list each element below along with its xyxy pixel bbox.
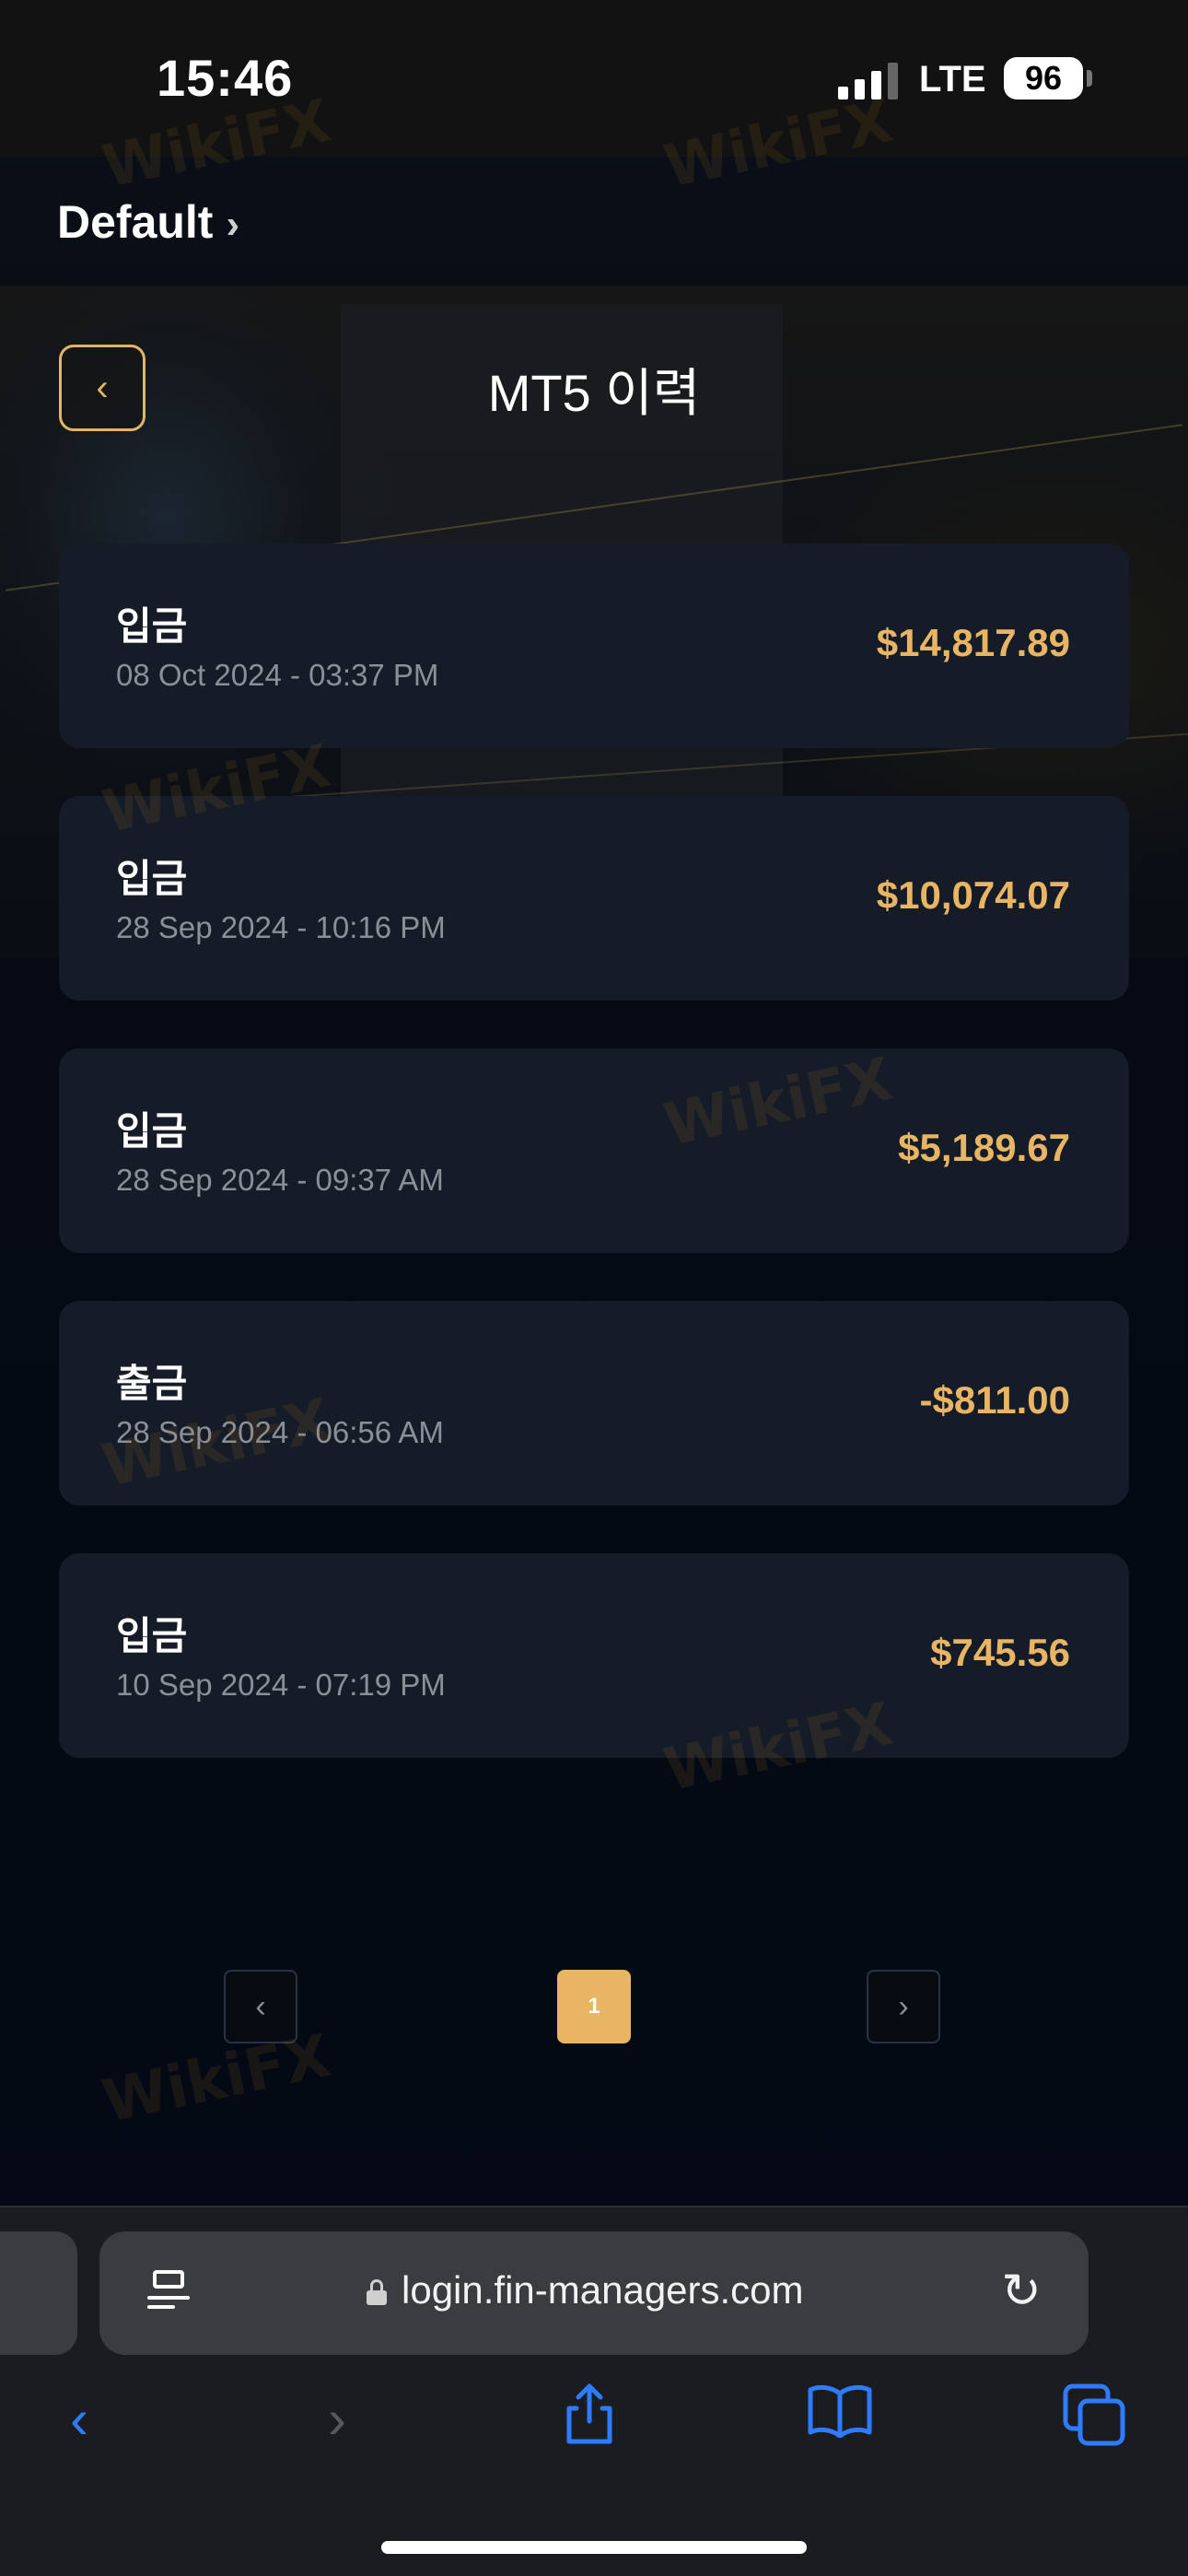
transaction-amount: $10,074.07 (876, 873, 1070, 917)
transaction-card[interactable]: 입금 10 Sep 2024 - 07:19 PM $745.56 (59, 1553, 1129, 1758)
pagination-prev-button[interactable]: ‹ (224, 1970, 297, 2043)
battery-nub (1087, 70, 1092, 87)
pagination-next-button[interactable]: › (867, 1970, 940, 2043)
transaction-card[interactable]: 입금 08 Oct 2024 - 03:37 PM $14,817.89 (59, 544, 1129, 748)
transaction-type: 입금 (116, 604, 188, 648)
page-title: MT5 이력 (487, 364, 701, 422)
transaction-type: 입금 (116, 1109, 188, 1153)
transaction-type: 출금 (116, 1362, 188, 1405)
status-bar: 15:46 LTE 96 Default › (0, 0, 1188, 248)
transaction-amount: $14,817.89 (876, 621, 1070, 664)
transaction-amount: $745.56 (930, 1631, 1070, 1674)
transaction-date: 28 Sep 2024 - 06:56 AM (116, 1415, 444, 1449)
reload-icon[interactable]: ↻ (995, 2265, 1048, 2318)
home-indicator (381, 2541, 807, 2554)
transaction-card[interactable]: 입금 28 Sep 2024 - 10:16 PM $10,074.07 (59, 796, 1129, 1001)
tabs-icon[interactable] (1057, 2383, 1131, 2456)
status-time: 15:46 (157, 49, 294, 107)
chevron-right-icon: › (226, 202, 240, 247)
forward-icon[interactable]: › (300, 2383, 374, 2456)
chevron-left-icon: ‹ (255, 1989, 266, 2024)
app-screen: 15:46 LTE 96 Default › ‹ MT5 이력 입금 08 Oct… (0, 0, 1188, 2576)
transaction-type: 입금 (116, 1614, 188, 1657)
network-type: LTE (919, 59, 986, 100)
pagination-current-page[interactable]: 1 (557, 1970, 631, 2043)
transaction-amount: -$811.00 (919, 1378, 1071, 1422)
workspace-label: Default (57, 196, 214, 248)
cellular-signal-icon (838, 61, 899, 100)
transaction-card[interactable]: 입금 28 Sep 2024 - 09:37 AM $5,189.67 (59, 1048, 1129, 1253)
transaction-date: 28 Sep 2024 - 10:16 PM (116, 910, 446, 944)
reader-icon[interactable] (147, 2270, 190, 2314)
back-icon[interactable]: ‹ (42, 2383, 116, 2456)
transaction-type: 입금 (116, 857, 188, 900)
workspace-selector[interactable]: Default › (57, 195, 239, 249)
transaction-date: 08 Oct 2024 - 03:37 PM (116, 658, 439, 692)
transaction-date: 10 Sep 2024 - 07:19 PM (116, 1668, 446, 1702)
address-bar[interactable]: login.fin-managers.com ↻ (99, 2231, 1089, 2355)
previous-tab-preview[interactable] (0, 2231, 77, 2355)
battery-icon: 96 (1004, 57, 1083, 100)
transaction-card[interactable]: 출금 28 Sep 2024 - 06:56 AM -$811.00 (59, 1301, 1129, 1505)
lock-icon (367, 2279, 387, 2305)
watermark-logo: WikiFX (97, 2021, 337, 2137)
share-icon[interactable] (553, 2383, 626, 2456)
bookmarks-icon[interactable] (803, 2383, 877, 2456)
url-text[interactable]: login.fin-managers.com (402, 2268, 804, 2313)
transaction-amount: $5,189.67 (898, 1126, 1070, 1169)
chevron-right-icon: › (898, 1989, 909, 2024)
transaction-date: 28 Sep 2024 - 09:37 AM (116, 1163, 444, 1197)
